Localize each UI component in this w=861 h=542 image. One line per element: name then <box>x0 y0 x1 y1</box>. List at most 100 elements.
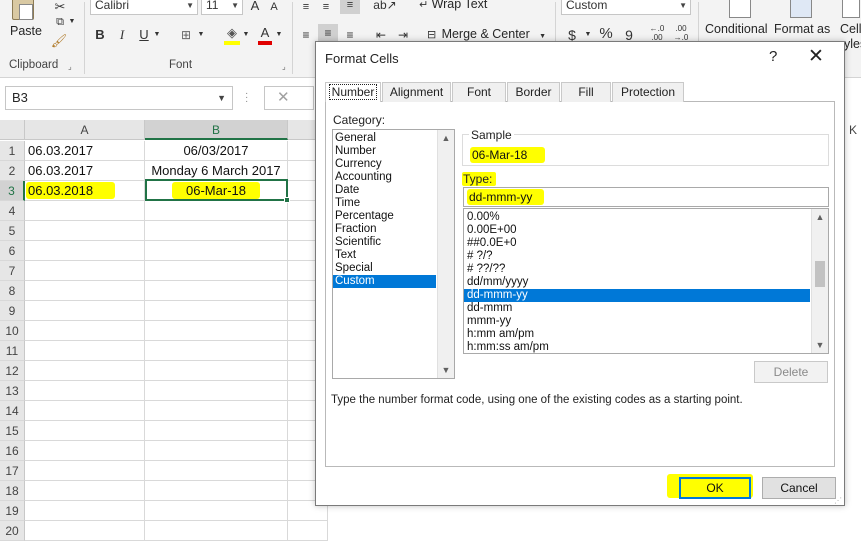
format-item[interactable]: mmm-yy <box>464 315 810 328</box>
orientation-icon[interactable]: ab↗ <box>373 0 397 14</box>
format-item-selected[interactable]: dd-mmm-yy <box>464 289 810 302</box>
chevron-down-icon[interactable]: ▼ <box>274 26 284 44</box>
empty-cell[interactable] <box>145 441 288 461</box>
copy-dropdown-icon[interactable]: ▼ <box>68 13 76 31</box>
type-input[interactable]: dd-mmm-yy <box>463 187 829 207</box>
scroll-down-icon[interactable]: ▼ <box>438 362 454 378</box>
category-item[interactable]: Special <box>333 262 436 275</box>
row-header[interactable]: 3 <box>0 181 25 201</box>
font-size-combo[interactable]: 11 ▼ <box>201 0 243 15</box>
row-header[interactable]: 10 <box>0 321 25 341</box>
empty-cell[interactable] <box>145 521 288 541</box>
cancel-entry-button[interactable]: ✕ <box>264 86 314 110</box>
font-color-button[interactable]: A <box>258 24 272 42</box>
row-header[interactable]: 6 <box>0 241 25 261</box>
empty-cell[interactable] <box>145 221 288 241</box>
row-header[interactable]: 17 <box>0 461 25 481</box>
decrease-decimal-icon[interactable]: .00 →.0 <box>672 24 690 42</box>
cell-b2[interactable]: Monday 6 March 2017 <box>145 161 288 181</box>
empty-cell[interactable] <box>25 421 145 441</box>
empty-cell[interactable] <box>145 361 288 381</box>
help-icon[interactable]: ? <box>769 48 777 65</box>
format-item[interactable]: 0.00% <box>464 211 810 224</box>
fill-handle[interactable] <box>284 197 290 203</box>
empty-cell[interactable] <box>25 481 145 501</box>
empty-cell[interactable] <box>145 341 288 361</box>
scroll-up-icon[interactable]: ▲ <box>812 209 828 225</box>
underline-button[interactable]: U <box>137 26 151 44</box>
row-header[interactable]: 15 <box>0 421 25 441</box>
empty-cell[interactable] <box>25 361 145 381</box>
format-item[interactable]: 0.00E+00 <box>464 224 810 237</box>
empty-cell[interactable] <box>25 321 145 341</box>
tab-number[interactable]: Number <box>325 82 381 103</box>
empty-cell[interactable] <box>25 461 145 481</box>
row-header[interactable]: 4 <box>0 201 25 221</box>
row-header[interactable]: 7 <box>0 261 25 281</box>
resize-grip-icon[interactable]: ⋰ <box>834 497 842 505</box>
empty-cell[interactable] <box>145 301 288 321</box>
borders-icon[interactable]: ⊞ <box>178 26 194 44</box>
category-item[interactable]: Scientific <box>333 236 436 249</box>
format-as-table-button[interactable]: Format as <box>772 0 830 40</box>
format-item[interactable]: # ??/?? <box>464 263 810 276</box>
chevron-down-icon[interactable]: ▼ <box>196 26 206 44</box>
increase-decimal-icon[interactable]: ←.0.00 <box>648 24 666 42</box>
cell-a1[interactable]: 06.03.2017 <box>25 141 145 161</box>
category-item[interactable]: General <box>333 132 436 145</box>
empty-cell[interactable] <box>288 521 328 541</box>
shrink-font-button[interactable]: A <box>268 0 280 16</box>
format-item[interactable]: # ?/? <box>464 250 810 263</box>
category-item[interactable]: Number <box>333 145 436 158</box>
number-format-combo[interactable]: Custom ▼ <box>561 0 691 15</box>
cancel-button[interactable]: Cancel <box>762 477 836 499</box>
italic-button[interactable]: I <box>115 26 129 44</box>
cell-b1[interactable]: 06/03/2017 <box>145 141 288 161</box>
empty-cell[interactable] <box>145 201 288 221</box>
empty-cell[interactable] <box>25 401 145 421</box>
empty-cell[interactable] <box>145 421 288 441</box>
empty-cell[interactable] <box>25 201 145 221</box>
category-item[interactable]: Currency <box>333 158 436 171</box>
ok-button[interactable]: OK <box>679 477 751 499</box>
empty-cell[interactable] <box>25 441 145 461</box>
scroll-thumb[interactable] <box>815 261 825 287</box>
row-header[interactable]: 12 <box>0 361 25 381</box>
empty-cell[interactable] <box>145 481 288 501</box>
empty-cell[interactable] <box>145 261 288 281</box>
font-launcher-icon[interactable]: ⌟ <box>282 62 286 71</box>
scroll-down-icon[interactable]: ▼ <box>812 337 828 353</box>
column-header-b[interactable]: B <box>145 120 288 140</box>
conditional-formatting-button[interactable]: Conditional <box>703 0 771 40</box>
empty-cell[interactable] <box>145 321 288 341</box>
align-bottom-icon[interactable]: ≡ <box>340 0 360 14</box>
tab-border[interactable]: Border <box>507 82 560 102</box>
empty-cell[interactable] <box>145 281 288 301</box>
row-header[interactable]: 18 <box>0 481 25 501</box>
empty-cell[interactable] <box>25 501 145 521</box>
row-header[interactable]: 16 <box>0 441 25 461</box>
format-item[interactable]: ##0.0E+0 <box>464 237 810 250</box>
empty-cell[interactable] <box>145 461 288 481</box>
format-item[interactable]: h:mm:ss am/pm <box>464 341 810 353</box>
cell-a3[interactable]: 06.03.2018 <box>25 181 145 201</box>
empty-cell[interactable] <box>25 281 145 301</box>
format-item[interactable]: dd/mm/yyyy <box>464 276 810 289</box>
category-item[interactable]: Percentage <box>333 210 436 223</box>
row-header[interactable]: 2 <box>0 161 25 181</box>
format-item[interactable]: h:mm am/pm <box>464 328 810 341</box>
font-name-combo[interactable]: Calibri ▼ <box>90 0 198 15</box>
align-middle-icon[interactable]: ≡ <box>318 0 334 16</box>
bold-button[interactable]: B <box>93 26 107 44</box>
category-item[interactable]: Fraction <box>333 223 436 236</box>
row-header[interactable]: 13 <box>0 381 25 401</box>
select-all-corner[interactable] <box>0 120 25 140</box>
grow-font-button[interactable]: A <box>248 0 262 15</box>
row-header[interactable]: 1 <box>0 141 25 161</box>
category-item[interactable]: Time <box>333 197 436 210</box>
chevron-down-icon[interactable]: ▼ <box>241 26 251 44</box>
category-item-selected[interactable]: Custom <box>333 275 436 288</box>
formula-bar-resize-handle[interactable]: · · · <box>245 89 249 107</box>
cell-a2[interactable]: 06.03.2017 <box>25 161 145 181</box>
tab-protection[interactable]: Protection <box>612 82 684 102</box>
